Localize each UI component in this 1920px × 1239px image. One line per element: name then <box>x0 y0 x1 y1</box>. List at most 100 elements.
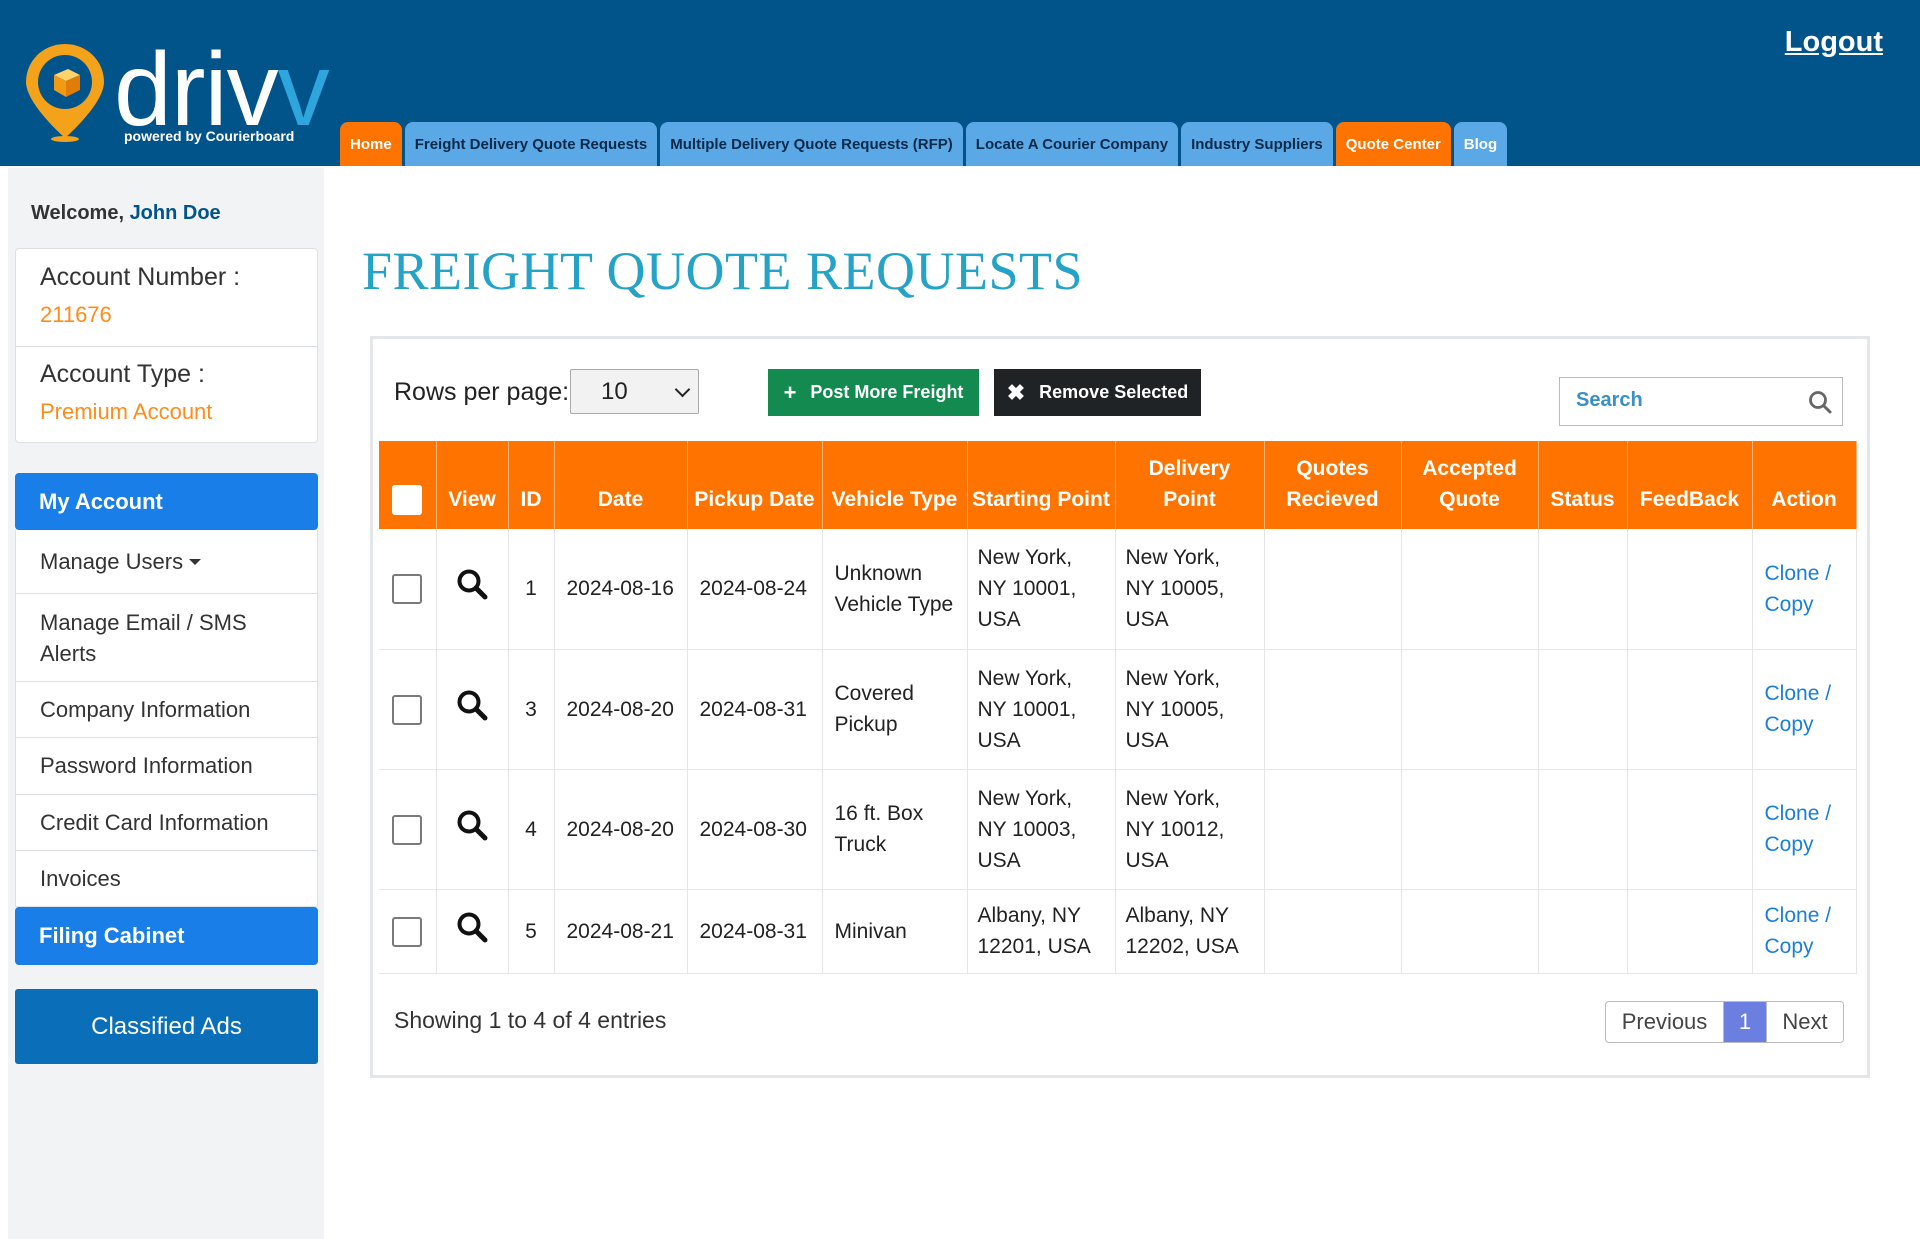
cell-vehicle: Minivan <box>822 889 968 974</box>
cell-date: 2024-08-21 <box>554 889 688 974</box>
cell-status <box>1538 769 1628 890</box>
action-cell: Clone / Copy <box>1752 769 1857 890</box>
view-search-icon[interactable] <box>456 911 488 943</box>
row-checkbox[interactable] <box>392 916 423 947</box>
cell-accepted <box>1401 889 1539 974</box>
search-input[interactable] <box>1560 378 1780 423</box>
account-number-row: Account Number : 211676 <box>16 263 317 328</box>
clone-copy-link[interactable]: Clone / Copy <box>1765 802 1832 856</box>
freight-quote-table: View ID Date Pickup Date Vehicle Type St… <box>379 441 1857 974</box>
view-search-icon[interactable] <box>456 689 488 721</box>
cell-id: 5 <box>508 889 555 974</box>
view-search-icon[interactable] <box>456 809 488 841</box>
close-icon: ✖ <box>1006 379 1026 405</box>
cell-feedback <box>1627 889 1753 974</box>
search-icon[interactable] <box>1808 390 1832 414</box>
clone-copy-link[interactable]: Clone / Copy <box>1765 562 1832 616</box>
nav-tab-industry-suppliers[interactable]: Industry Suppliers <box>1181 122 1333 166</box>
post-more-freight-label: Post More Freight <box>810 382 964 402</box>
sidebar-item-invoices[interactable]: Invoices <box>15 851 318 907</box>
header-vehicle-type[interactable]: Vehicle Type <box>822 441 968 529</box>
cell-date: 2024-08-16 <box>554 529 688 650</box>
rows-per-page-select[interactable]: 10 <box>570 369 699 414</box>
sidebar-item-label: Credit Card Information <box>40 809 269 835</box>
sidebar-item-password-information[interactable]: Password Information <box>15 738 318 795</box>
header-pickup-date[interactable]: Pickup Date <box>687 441 823 529</box>
page-title: FREIGHT QUOTE REQUESTS <box>362 241 1084 301</box>
nav-tab-locate-a-courier-company[interactable]: Locate A Courier Company <box>965 122 1179 166</box>
drivv-logo[interactable]: drivv powered by Courierboard <box>24 32 334 150</box>
cell-accepted <box>1401 769 1539 890</box>
header-date[interactable]: Date <box>554 441 688 529</box>
cell-pickup: 2024-08-24 <box>687 529 823 650</box>
sidebar-menu: My Account Manage Users Manage Email / S… <box>15 473 318 965</box>
cell-delivery: New York, NY 10012, USA <box>1115 769 1265 890</box>
cell-quotes <box>1264 769 1402 890</box>
nav-tab-blog[interactable]: Blog <box>1453 122 1508 166</box>
page-1-button[interactable]: 1 <box>1724 1002 1766 1042</box>
header-id[interactable]: ID <box>508 441 555 529</box>
header-delivery-point[interactable]: Delivery Point <box>1115 441 1265 529</box>
cell-delivery: Albany, NY 12202, USA <box>1115 889 1265 974</box>
row-checkbox[interactable] <box>392 574 423 605</box>
cell-id: 3 <box>508 649 555 770</box>
row-select-cell <box>379 889 437 974</box>
sidebar-item-company-information[interactable]: Company Information <box>15 682 318 738</box>
sidebar-item-label: Password Information <box>40 753 253 778</box>
cell-vehicle: 16 ft. Box Truck <box>822 769 968 890</box>
account-type-row: Account Type : Premium Account <box>16 360 317 425</box>
clone-copy-link[interactable]: Clone / Copy <box>1765 904 1832 958</box>
cell-delivery: New York, NY 10005, USA <box>1115 529 1265 650</box>
header-starting-point[interactable]: Starting Point <box>967 441 1116 529</box>
nav-tab-multiple-delivery-quote-requests-rfp[interactable]: Multiple Delivery Quote Requests (RFP) <box>660 122 963 166</box>
select-all-header <box>379 441 437 529</box>
classified-ads-button[interactable]: Classified Ads <box>15 989 318 1064</box>
search-box <box>1559 377 1843 426</box>
sidebar-item-my-account[interactable]: My Account <box>15 473 318 530</box>
row-checkbox[interactable] <box>392 694 423 725</box>
sidebar-item-filing-cabinet[interactable]: Filing Cabinet <box>15 907 318 965</box>
table-row: 5 2024-08-21 2024-08-31 Minivan Albany, NY 1… <box>379 889 1857 974</box>
previous-page-button[interactable]: Previous <box>1606 1002 1724 1042</box>
account-type-value: Premium Account <box>40 399 213 424</box>
logo-wordmark: drivv <box>114 32 330 148</box>
plus-icon: + <box>783 379 797 405</box>
cell-feedback <box>1627 769 1753 890</box>
action-cell: Clone / Copy <box>1752 889 1857 974</box>
next-page-button[interactable]: Next <box>1766 1002 1843 1042</box>
pagination: Previous 1 Next <box>1605 1001 1844 1043</box>
cell-start: New York, NY 10001, USA <box>967 649 1116 770</box>
sidebar-item-email-sms-alerts[interactable]: Manage Email / SMS Alerts <box>15 594 318 682</box>
select-all-checkbox[interactable] <box>392 485 423 515</box>
logout-link[interactable]: Logout <box>1785 26 1883 59</box>
rows-per-page-label: Rows per page: <box>394 378 570 406</box>
clone-copy-link[interactable]: Clone / Copy <box>1765 682 1832 736</box>
header-feedback[interactable]: FeedBack <box>1627 441 1753 529</box>
header-status[interactable]: Status <box>1538 441 1628 529</box>
divider <box>16 346 317 347</box>
cell-vehicle: Unknown Vehicle Type <box>822 529 968 650</box>
cell-start: New York, NY 10001, USA <box>967 529 1116 650</box>
action-cell: Clone / Copy <box>1752 649 1857 770</box>
remove-selected-button[interactable]: ✖ Remove Selected <box>994 369 1201 416</box>
header-accepted-quote[interactable]: Accepted Quote <box>1401 441 1539 529</box>
table-row: 3 2024-08-20 2024-08-31 Covered Pickup New Y… <box>379 649 1857 770</box>
post-more-freight-button[interactable]: + Post More Freight <box>768 369 979 416</box>
cell-status <box>1538 529 1628 650</box>
user-name: John Doe <box>129 202 221 224</box>
sidebar-item-manage-users[interactable]: Manage Users <box>15 530 318 594</box>
nav-tab-home[interactable]: Home <box>340 122 402 166</box>
sidebar-item-label: My Account <box>39 488 163 514</box>
row-select-cell <box>379 769 437 890</box>
view-cell <box>436 769 509 890</box>
caret-down-icon <box>189 558 202 565</box>
sidebar-item-credit-card-information[interactable]: Credit Card Information <box>15 795 318 851</box>
nav-tab-quote-center[interactable]: Quote Center <box>1335 122 1451 166</box>
view-search-icon[interactable] <box>456 568 488 600</box>
nav-tab-freight-delivery-quote-requests[interactable]: Freight Delivery Quote Requests <box>404 122 658 166</box>
header-quotes-recieved[interactable]: Quotes Recieved <box>1264 441 1402 529</box>
account-number-value: 211676 <box>40 302 112 327</box>
row-checkbox[interactable] <box>392 814 423 845</box>
header-view[interactable]: View <box>436 441 509 529</box>
cell-accepted <box>1401 529 1539 650</box>
